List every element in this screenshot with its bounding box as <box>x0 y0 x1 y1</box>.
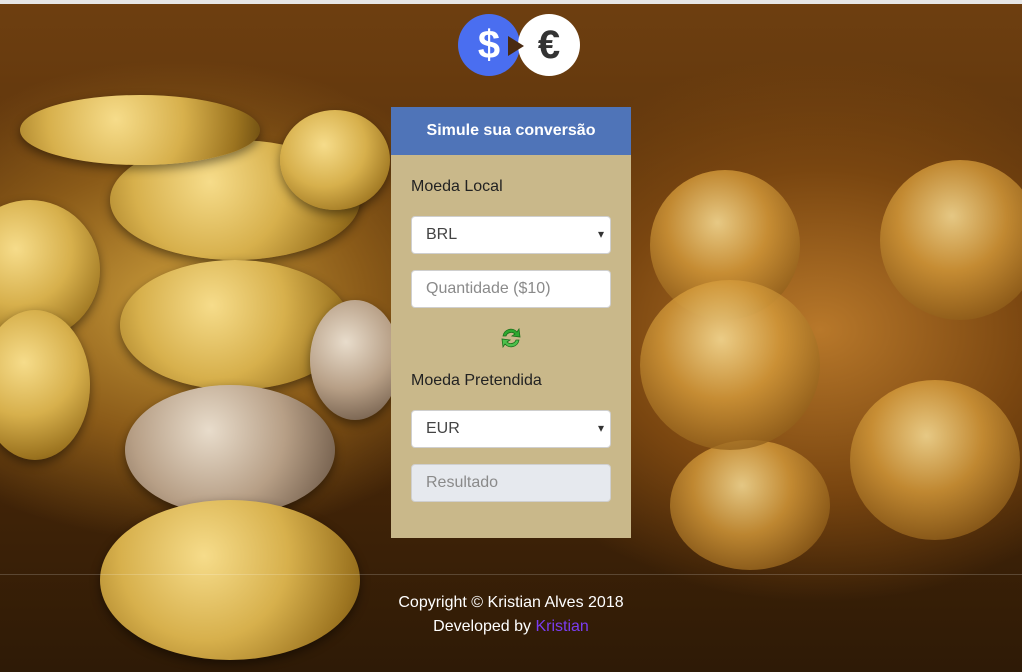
developed-by-label: Developed by <box>433 618 532 635</box>
euro-icon: € <box>518 14 580 76</box>
developed-by: Developed by Kristian <box>0 618 1022 636</box>
result-field: Resultado <box>411 464 611 502</box>
coin <box>0 310 90 460</box>
amount-input[interactable]: Quantidade ($10) <box>411 270 611 308</box>
conversion-panel: Simule sua conversão Moeda Local BRL Qua… <box>391 107 631 538</box>
swap-icon[interactable] <box>499 326 523 350</box>
coin <box>310 300 400 420</box>
coin <box>125 385 335 515</box>
developer-link[interactable]: Kristian <box>535 618 588 635</box>
panel-title: Simule sua conversão <box>391 107 631 155</box>
coin <box>100 500 360 660</box>
coin <box>280 110 390 210</box>
target-currency-label: Moeda Pretendida <box>411 372 542 389</box>
target-currency-select[interactable]: EUR <box>411 410 611 448</box>
coin <box>20 95 260 165</box>
weight <box>670 440 830 570</box>
local-currency-label: Moeda Local <box>411 178 503 195</box>
weight <box>850 380 1020 540</box>
copyright-text: Copyright © Kristian Alves 2018 <box>398 594 624 611</box>
currency-logo: $ € <box>458 14 582 78</box>
weight <box>640 280 820 450</box>
top-border <box>0 0 1022 4</box>
weight <box>880 160 1022 320</box>
footer-divider <box>0 574 1022 575</box>
arrow-right-icon <box>508 36 524 56</box>
local-currency-select[interactable]: BRL <box>411 216 611 254</box>
